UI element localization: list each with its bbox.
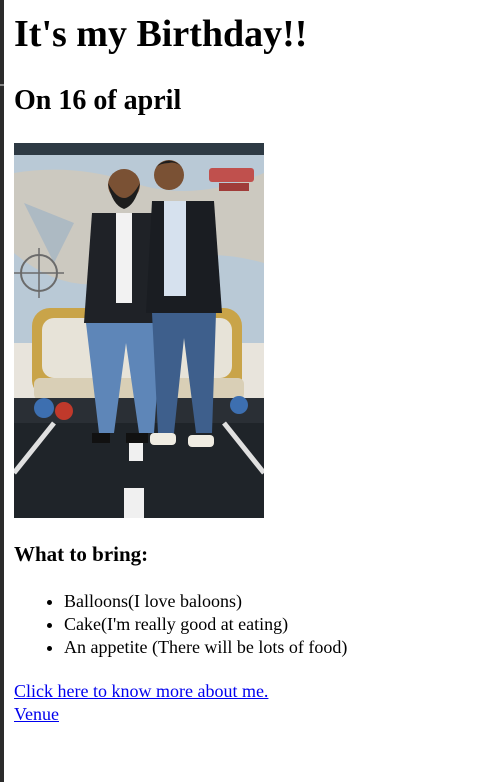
list-item: Balloons(I love baloons): [64, 590, 347, 613]
window-left-edge-marker: [0, 84, 4, 86]
bring-list: Balloons(I love baloons) Cake(I'm really…: [14, 590, 347, 659]
page-title: It's my Birthday!!: [14, 13, 308, 55]
birthday-photo-illustration: [14, 143, 264, 518]
date-heading: On 16 of april: [14, 85, 182, 116]
bring-heading: What to bring:: [14, 542, 149, 566]
list-item: Cake(I'm really good at eating): [64, 613, 347, 636]
list-item: An appetite (There will be lots of food): [64, 636, 347, 659]
about-me-link[interactable]: Click here to know more about me.: [14, 680, 268, 703]
venue-link[interactable]: Venue: [14, 703, 59, 726]
birthday-photo: [14, 143, 264, 518]
window-left-edge: [0, 0, 4, 782]
